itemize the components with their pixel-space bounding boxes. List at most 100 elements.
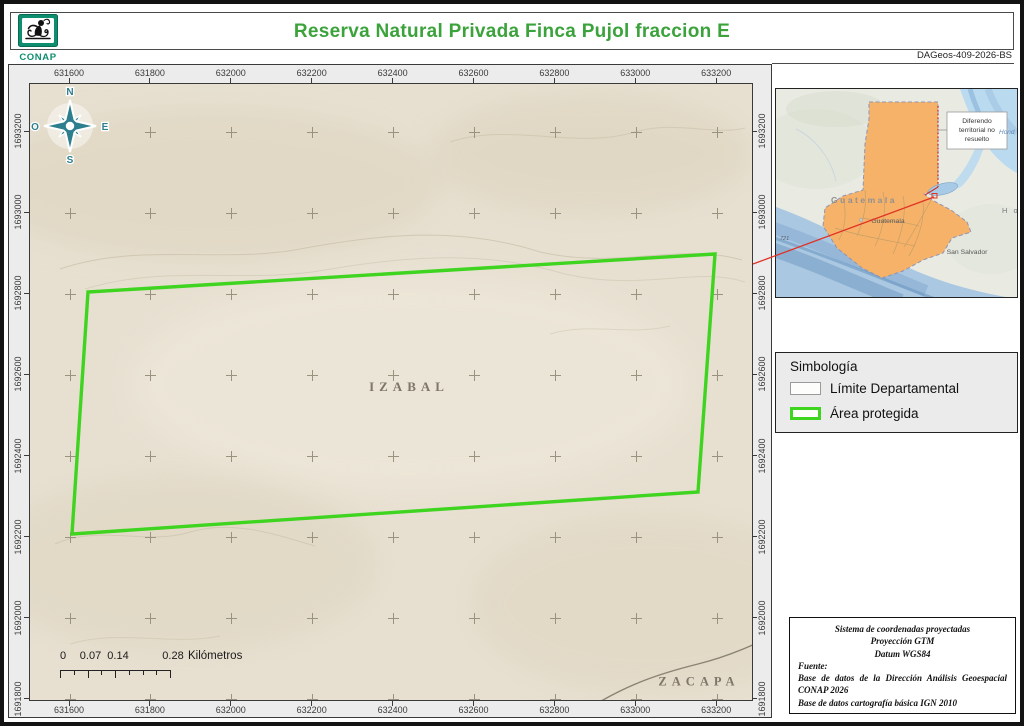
y-tick-mark xyxy=(751,130,757,132)
y-tick-mark xyxy=(23,617,29,619)
guatemala-country-label: Guatemala xyxy=(831,195,897,205)
crs-line: Sistema de coordenadas proyectadas xyxy=(834,624,971,634)
projection-line: Proyección GTM xyxy=(870,636,935,647)
scalebar-tick xyxy=(87,670,89,678)
legend-title: Simbología xyxy=(790,359,858,374)
legend-box: Simbología Límite Departamental Área pro… xyxy=(775,352,1018,433)
doc-id-bar: DAGeos-409-2026-BS xyxy=(10,48,1014,63)
header-bar: Reserva Natural Privada Finca Pujol frac… xyxy=(10,12,1014,50)
compass-label-east: E xyxy=(102,122,109,133)
scalebar-tick-label: 0 xyxy=(59,650,67,662)
y-tick-label-left: 1693200 xyxy=(13,113,23,149)
y-tick-mark xyxy=(23,373,29,375)
zacapa-label: ZACAPA xyxy=(658,674,740,689)
road-number-label: 721 xyxy=(780,236,789,242)
y-tick-mark xyxy=(23,455,29,457)
capital-city-dot xyxy=(858,217,864,223)
y-tick-mark xyxy=(23,130,29,132)
y-tick-label-right: 1692400 xyxy=(757,438,767,474)
y-tick-mark xyxy=(751,617,757,619)
legend-item-label: Área protegida xyxy=(830,406,919,421)
source-line-1: Base de datos de la Dirección Análisis G… xyxy=(798,673,1007,696)
legend-item-label: Límite Departamental xyxy=(830,381,960,396)
x-tick-label-top: 632600 xyxy=(458,68,489,78)
page-title: Reserva Natural Privada Finca Pujol frac… xyxy=(293,21,731,42)
scalebar-tick xyxy=(128,670,130,675)
map-sheet: Reserva Natural Privada Finca Pujol frac… xyxy=(0,0,1024,726)
departmental-boundary-swatch xyxy=(790,382,821,395)
map-canvas: IZABAL ZACAPA N E S O Kilómetros 0 0.07 … xyxy=(29,83,753,701)
x-tick-label-top: 631600 xyxy=(53,68,85,78)
scalebar-tick xyxy=(73,670,75,675)
y-tick-label-right: 1692600 xyxy=(757,356,767,392)
x-tick-mark xyxy=(230,78,232,83)
map-frame: IZABAL ZACAPA N E S O Kilómetros 0 0.07 … xyxy=(8,64,772,718)
sea-label-fragment: Hond xyxy=(999,129,1015,136)
x-tick-label-bottom: 631600 xyxy=(53,705,85,715)
datum-line: Datum WGS84 xyxy=(874,648,931,659)
x-tick-label-top: 632000 xyxy=(215,68,246,78)
scalebar-tick xyxy=(60,670,62,678)
scalebar-tick xyxy=(142,670,144,675)
y-tick-mark xyxy=(23,698,29,700)
right-column-top-rule xyxy=(772,63,1014,64)
compass-label-south: S xyxy=(67,155,74,166)
y-tick-mark xyxy=(751,455,757,457)
x-tick-mark xyxy=(634,78,636,83)
territorial-note-line1: Diferendo xyxy=(962,118,992,125)
scalebar-tick-label: 0.07 xyxy=(79,650,102,662)
y-tick-label-left: 1692400 xyxy=(13,438,23,474)
scalebar-tick xyxy=(115,670,117,678)
x-tick-label-bottom: 631800 xyxy=(134,705,165,715)
x-tick-label-bottom: 632800 xyxy=(539,705,570,715)
inset-map: Diferendo territorial no resuelto Guatem… xyxy=(756,87,1024,308)
x-tick-label-top: 631800 xyxy=(134,68,165,78)
x-tick-label-bottom: 632400 xyxy=(377,705,408,715)
x-tick-label-bottom: 632000 xyxy=(215,705,246,715)
conap-logo-label: CONAP xyxy=(19,52,57,63)
y-tick-mark xyxy=(751,536,757,538)
y-tick-mark xyxy=(23,211,29,213)
x-tick-mark xyxy=(68,78,70,83)
x-tick-mark xyxy=(149,78,151,83)
compass-label-west: O xyxy=(31,122,39,133)
scalebar: Kilómetros 0 0.07 0.14 0.28 xyxy=(42,650,302,690)
x-tick-mark xyxy=(311,78,313,83)
y-tick-label-right: 1693200 xyxy=(757,113,767,149)
conap-logo: CONAP xyxy=(17,14,59,63)
y-tick-label-left: 1693000 xyxy=(13,194,23,230)
y-tick-label-left: 1692600 xyxy=(13,356,23,392)
info-box: Sistema de coordenadas proyectadas Proye… xyxy=(789,617,1016,714)
x-tick-label-bottom: 632200 xyxy=(296,705,327,715)
x-tick-mark xyxy=(473,78,474,83)
guatemala-city-label: Guatemala xyxy=(871,218,904,225)
x-tick-label-bottom: 632600 xyxy=(458,705,489,715)
scalebar-unit: Kilómetros xyxy=(188,650,243,662)
x-tick-mark xyxy=(715,78,717,83)
x-tick-label-top: 632800 xyxy=(539,68,570,78)
scalebar-tick xyxy=(170,670,172,678)
y-tick-label-left: 1692000 xyxy=(13,600,23,636)
territorial-note-line3: resuelto xyxy=(965,136,989,143)
x-tick-label-top: 633000 xyxy=(620,68,651,78)
y-tick-label-left: 1692800 xyxy=(13,275,23,311)
monkey-icon xyxy=(18,14,58,47)
y-tick-label-right: 1691800 xyxy=(757,681,767,717)
scalebar-tick-label: 0.28 xyxy=(162,650,184,662)
y-tick-label-left: 1692200 xyxy=(13,519,23,555)
scalebar-tick-label: 0.14 xyxy=(107,650,129,662)
y-tick-label-right: 1692000 xyxy=(757,600,767,636)
scalebar-ruler xyxy=(42,670,302,682)
x-tick-label-top: 632400 xyxy=(377,68,408,78)
x-tick-mark xyxy=(392,78,394,83)
izabal-label: IZABAL xyxy=(369,379,449,394)
source-heading: Fuente: xyxy=(798,660,828,671)
inset-map-graphic: Diferendo territorial no resuelto Guatem… xyxy=(756,87,1024,308)
y-tick-mark xyxy=(23,292,29,294)
y-tick-mark xyxy=(751,211,757,213)
compass-rose-icon: N E S O xyxy=(30,86,110,166)
y-tick-mark xyxy=(751,292,757,294)
y-tick-label-right: 1692800 xyxy=(757,275,767,311)
protected-area-swatch xyxy=(790,407,821,420)
scalebar-tick xyxy=(101,670,103,675)
